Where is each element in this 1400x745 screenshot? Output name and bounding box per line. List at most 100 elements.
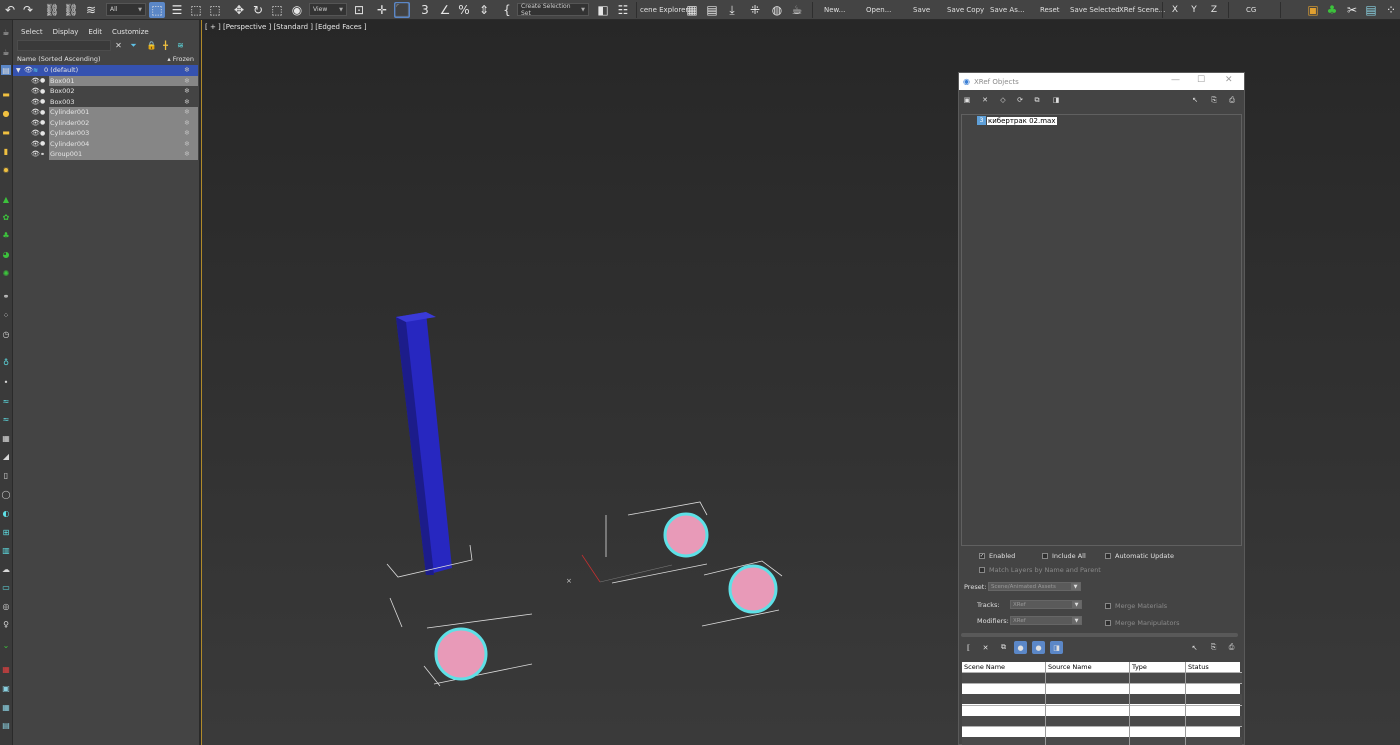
cylinder-001[interactable]	[434, 627, 488, 681]
snowflake-icon[interactable]: ❄	[184, 150, 190, 158]
eye-icon[interactable]: 👁	[24, 66, 33, 74]
light-icon[interactable]: ●	[1, 108, 11, 118]
axis-z-button[interactable]: Z	[1208, 2, 1220, 18]
selection-filter-dropdown[interactable]: All ▼	[106, 3, 146, 16]
move-icon[interactable]: ✥	[231, 2, 247, 18]
snaps-toggle-icon[interactable]: 3	[417, 2, 433, 18]
toggle-layer-explorer-icon[interactable]: ▦	[684, 2, 700, 18]
foliage-icon[interactable]: ✿	[1, 212, 11, 222]
window-crossing-icon[interactable]: ⬚	[207, 2, 223, 18]
table-row[interactable]: 👁 ● Cylinder002 ❄	[13, 117, 198, 128]
table-row[interactable]: 👁 ● Cylinder001 ❄	[13, 107, 198, 118]
image-grid-icon[interactable]: ▦	[1, 702, 11, 712]
filter-objects-icon[interactable]: ●	[1014, 641, 1027, 654]
new-button[interactable]: New...	[822, 2, 847, 18]
merge-icon[interactable]: ⧉	[1032, 95, 1042, 105]
refresh-icon[interactable]: ⟳	[1015, 95, 1025, 105]
preset-dropdown[interactable]: Scene/Animated Assets ▼	[988, 582, 1081, 591]
snowflake-icon[interactable]: ❄	[184, 98, 190, 106]
merge-materials-checkbox[interactable]: Merge Materials	[1105, 602, 1167, 610]
table-row[interactable]: 👁 ● Box003 ❄	[13, 97, 198, 108]
helper-icon[interactable]: ▮	[1, 146, 11, 156]
xref-entities-table[interactable]: Scene Name Source Name Type Status	[961, 661, 1242, 745]
keyboard-shortcut-override-icon[interactable]: ⬛	[394, 2, 410, 18]
eye-icon[interactable]: 👁	[31, 77, 40, 85]
list-options-icon[interactable]: ⎙	[1225, 641, 1238, 654]
page-icon[interactable]: ▯	[1, 470, 11, 480]
combine-icon[interactable]: ◨	[1051, 95, 1061, 105]
wave-icon[interactable]: ≈	[1, 396, 11, 406]
teapot-icon[interactable]: ☕	[1, 47, 11, 57]
snowflake-icon[interactable]: ❄	[184, 129, 190, 137]
add-file-icon[interactable]: ▣	[962, 95, 972, 105]
merge-manipulators-checkbox[interactable]: Merge Manipulators	[1105, 619, 1180, 627]
unlink-icon[interactable]: ⛓	[63, 2, 79, 18]
plus-box-icon[interactable]: ⊞	[1, 527, 11, 537]
place-icon[interactable]: ◉	[289, 2, 305, 18]
rotate-icon[interactable]: ↻	[250, 2, 266, 18]
select-icon[interactable]: ↖	[1188, 641, 1201, 654]
minimize-icon[interactable]: —	[1171, 75, 1180, 85]
save-selected-button[interactable]: Save Selected	[1068, 2, 1122, 18]
table-row[interactable]	[962, 716, 1242, 726]
table-row[interactable]	[962, 673, 1242, 683]
column-source-name[interactable]: Source Name	[1046, 662, 1092, 672]
menu-edit[interactable]: Edit	[88, 28, 102, 36]
cylinder-003[interactable]	[728, 564, 778, 614]
redo-icon[interactable]: ↷	[20, 2, 36, 18]
align-icon[interactable]: ☷	[615, 2, 631, 18]
column-scene-name[interactable]: Scene Name	[962, 662, 1005, 672]
double-chevron-down-icon[interactable]: ⌄	[1, 640, 11, 650]
link-icon[interactable]: ⛓	[44, 2, 60, 18]
list-item[interactable]: 3 кибертрак 02.max	[977, 116, 1057, 125]
percent-snap-icon[interactable]: %	[456, 2, 472, 18]
dot-icon[interactable]: •	[1, 377, 11, 387]
terrain-icon[interactable]: ▲	[1, 194, 11, 204]
expand-triangle-icon[interactable]: ▼	[16, 67, 21, 74]
cylinder-002[interactable]	[663, 512, 709, 558]
merge-icon[interactable]: ⧉	[997, 641, 1010, 654]
close-icon[interactable]: ✕	[113, 40, 124, 51]
save-as-button[interactable]: Save As...	[988, 2, 1027, 18]
enabled-checkbox[interactable]: ✓ Enabled	[979, 552, 1015, 560]
xref-scene-button[interactable]: XRef Scene...	[1117, 2, 1167, 18]
filter-controllers-icon[interactable]: ◨	[1050, 641, 1063, 654]
save-button[interactable]: Save	[911, 2, 932, 18]
menu-display[interactable]: Display	[53, 28, 79, 36]
modifiers-dropdown[interactable]: XRef ▼	[1010, 616, 1082, 625]
chart-icon[interactable]: ▥	[1, 545, 11, 555]
include-all-checkbox[interactable]: Include All	[1042, 552, 1086, 560]
match-layers-checkbox[interactable]: Match Layers by Name and Parent	[979, 566, 1101, 574]
scale-icon[interactable]: ⬚	[269, 2, 285, 18]
eye-icon[interactable]: 👁	[31, 119, 40, 127]
filter-icon[interactable]: ⏷	[128, 40, 139, 51]
camera-icon[interactable]: ▬	[1, 127, 11, 137]
table-row[interactable]: 👁 ● Box001 ❄	[13, 75, 198, 86]
table-row[interactable]	[962, 737, 1242, 745]
select-by-name-icon[interactable]: ☰	[169, 2, 185, 18]
expand-icon[interactable]: ⟦	[962, 641, 975, 654]
reference-coordinate-dropdown[interactable]: View ▼	[309, 3, 347, 16]
mirror-icon[interactable]: ◧	[595, 2, 611, 18]
folder-icon[interactable]: ▬	[1, 89, 11, 99]
reset-button[interactable]: Reset	[1038, 2, 1062, 18]
spinner-snap-icon[interactable]: ⇕	[476, 2, 492, 18]
eye-icon[interactable]: 👁	[31, 140, 40, 148]
sun-icon[interactable]: ✹	[1, 165, 11, 175]
eye-icon[interactable]: 👁	[31, 129, 40, 137]
cloud-icon[interactable]: ☁	[1, 564, 11, 574]
globe-icon[interactable]: ◐	[1, 508, 11, 518]
layer-row[interactable]: ▼ 👁 ≋ 0 (default) ❄	[13, 65, 198, 76]
table-row[interactable]: 👁 ● Box002 ❄	[13, 86, 198, 97]
tag-icon[interactable]: ◢	[1, 451, 11, 461]
ivy-icon[interactable]: ✺	[1, 268, 11, 278]
snowflake-icon[interactable]: ❄	[184, 66, 190, 74]
clock-icon[interactable]: ◷	[1, 329, 11, 339]
list-options-icon[interactable]: ⎙	[1227, 95, 1237, 105]
panel-splitter[interactable]	[961, 633, 1238, 637]
remove-icon[interactable]: ✕	[979, 641, 992, 654]
render-setup-icon[interactable]: ☕	[789, 2, 805, 18]
eye-icon[interactable]: 👁	[31, 87, 40, 95]
cube-icon[interactable]: ▭	[1, 582, 11, 592]
convert-icon[interactable]: ◇	[998, 95, 1008, 105]
